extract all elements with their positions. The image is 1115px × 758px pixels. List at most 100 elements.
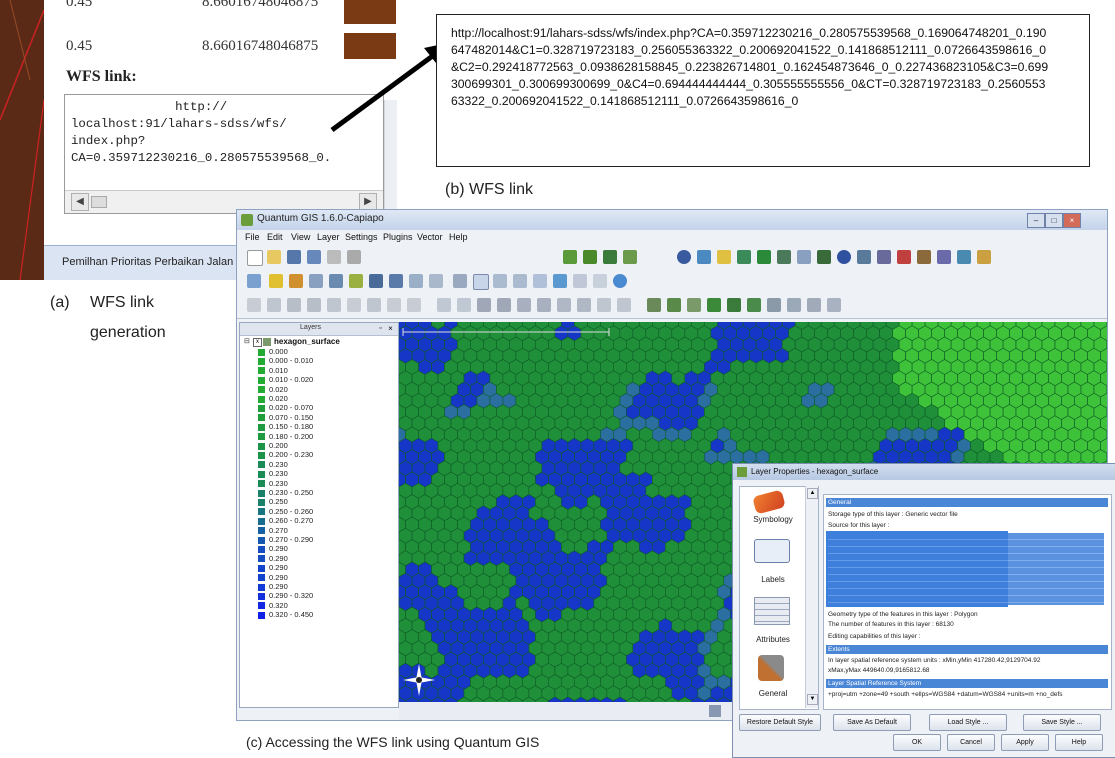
plugin-icon[interactable] xyxy=(977,250,991,264)
raster-tool-icon[interactable] xyxy=(707,298,721,312)
plugin-icon[interactable] xyxy=(797,250,811,264)
cut-icon[interactable] xyxy=(367,298,381,312)
symbology-icon[interactable] xyxy=(752,489,786,515)
sidebar-item-general[interactable]: General xyxy=(734,689,812,698)
identify-icon[interactable] xyxy=(269,274,283,288)
apply-button[interactable]: Apply xyxy=(1001,734,1049,751)
delete-icon[interactable] xyxy=(347,298,361,312)
copy-icon[interactable] xyxy=(387,298,401,312)
refresh-icon[interactable] xyxy=(613,274,627,288)
layer-name[interactable]: hexagon_surface xyxy=(274,337,340,346)
annotation-icon[interactable] xyxy=(409,274,423,288)
sidebar-scrollbar[interactable]: ▲ ▼ xyxy=(805,486,818,708)
minimize-icon[interactable]: – xyxy=(1027,213,1045,228)
move-feature-icon[interactable] xyxy=(307,298,321,312)
collapse-icon[interactable]: ⊟ xyxy=(244,337,250,345)
menu-file[interactable]: File xyxy=(245,232,260,242)
copyright-icon[interactable] xyxy=(677,250,691,264)
menu-help[interactable]: Help xyxy=(449,232,468,242)
bookmark-icon[interactable] xyxy=(389,274,403,288)
add-vector-icon[interactable] xyxy=(563,250,577,264)
coordinate-icon[interactable] xyxy=(709,705,721,717)
bookmark-icon[interactable] xyxy=(369,274,383,288)
ok-button[interactable]: OK xyxy=(893,734,941,751)
zoom-next-icon[interactable] xyxy=(593,274,607,288)
raster-tool-icon[interactable] xyxy=(827,298,841,312)
new-project-icon[interactable] xyxy=(247,250,263,266)
edit-tool-icon[interactable] xyxy=(477,298,491,312)
plugin-icon[interactable] xyxy=(937,250,951,264)
plugin-icon[interactable] xyxy=(737,250,751,264)
menu-vector[interactable]: Vector xyxy=(417,232,443,242)
edit-tool-icon[interactable] xyxy=(577,298,591,312)
save-edits-icon[interactable] xyxy=(267,298,281,312)
node-tool-icon[interactable] xyxy=(327,298,341,312)
edit-tool-icon[interactable] xyxy=(597,298,611,312)
sidebar-item-labels[interactable]: Labels xyxy=(734,575,812,584)
undo-icon[interactable] xyxy=(437,298,451,312)
sidebar-item-attributes[interactable]: Attributes xyxy=(734,635,812,644)
scroll-thumb[interactable] xyxy=(91,196,107,208)
save-as-icon[interactable] xyxy=(307,250,321,264)
add-wms-icon[interactable] xyxy=(623,250,637,264)
plugin-icon[interactable] xyxy=(877,250,891,264)
menu-layer[interactable]: Layer xyxy=(317,232,340,242)
save-as-default-button[interactable]: Save As Default xyxy=(833,714,911,731)
plugin-icon[interactable] xyxy=(857,250,871,264)
print-composer-icon[interactable] xyxy=(347,250,361,264)
paste-icon[interactable] xyxy=(407,298,421,312)
zoom-layer-icon[interactable] xyxy=(533,274,547,288)
scroll-down-icon[interactable]: ▼ xyxy=(807,694,818,705)
help-button[interactable]: Help xyxy=(1055,734,1103,751)
add-raster-icon[interactable] xyxy=(583,250,597,264)
plugin-icon[interactable] xyxy=(897,250,911,264)
plugin-icon[interactable] xyxy=(697,250,711,264)
print-icon[interactable] xyxy=(327,250,341,264)
menu-plugins[interactable]: Plugins xyxy=(383,232,413,242)
restore-default-style-button[interactable]: Restore Default Style xyxy=(739,714,821,731)
menu-view[interactable]: View xyxy=(291,232,310,242)
scroll-up-icon[interactable]: ▲ xyxy=(807,488,818,499)
zoom-selection-icon[interactable] xyxy=(553,274,567,288)
pan-icon[interactable] xyxy=(247,274,261,288)
zoom-full-icon[interactable] xyxy=(513,274,527,288)
toggle-edit-icon[interactable] xyxy=(247,298,261,312)
plugin-icon[interactable] xyxy=(837,250,851,264)
zoom-in-icon[interactable] xyxy=(473,274,489,290)
plugin-icon[interactable] xyxy=(717,250,731,264)
menu-settings[interactable]: Settings xyxy=(345,232,378,242)
raster-tool-icon[interactable] xyxy=(647,298,661,312)
redo-icon[interactable] xyxy=(457,298,471,312)
select-icon[interactable] xyxy=(289,274,303,288)
general-tools-icon[interactable] xyxy=(758,655,784,681)
zoom-out-icon[interactable] xyxy=(493,274,507,288)
edit-tool-icon[interactable] xyxy=(497,298,511,312)
layer-visibility-checkbox[interactable]: x xyxy=(253,338,262,347)
open-project-icon[interactable] xyxy=(267,250,281,264)
close-icon[interactable]: × xyxy=(386,324,395,333)
attribute-table-icon[interactable] xyxy=(309,274,323,288)
zoom-last-icon[interactable] xyxy=(573,274,587,288)
raster-tool-icon[interactable] xyxy=(727,298,741,312)
float-icon[interactable]: ▫ xyxy=(376,324,385,333)
raster-tool-icon[interactable] xyxy=(687,298,701,312)
save-project-icon[interactable] xyxy=(287,250,301,264)
edit-tool-icon[interactable] xyxy=(617,298,631,312)
raster-tool-icon[interactable] xyxy=(787,298,801,312)
map-tips-icon[interactable] xyxy=(349,274,363,288)
cancel-button[interactable]: Cancel xyxy=(947,734,995,751)
edit-tool-icon[interactable] xyxy=(537,298,551,312)
plugin-icon[interactable] xyxy=(757,250,771,264)
menu-edit[interactable]: Edit xyxy=(267,232,283,242)
attributes-icon[interactable] xyxy=(754,597,790,625)
plugin-icon[interactable] xyxy=(817,250,831,264)
edit-tool-icon[interactable] xyxy=(557,298,571,312)
plugin-icon[interactable] xyxy=(777,250,791,264)
raster-tool-icon[interactable] xyxy=(747,298,761,312)
sidebar-item-symbology[interactable]: Symbology xyxy=(734,515,812,524)
raster-tool-icon[interactable] xyxy=(807,298,821,312)
edit-tool-icon[interactable] xyxy=(517,298,531,312)
scroll-left-icon[interactable]: ◀ xyxy=(71,193,89,211)
raster-tool-icon[interactable] xyxy=(667,298,681,312)
measure-icon[interactable] xyxy=(329,274,343,288)
